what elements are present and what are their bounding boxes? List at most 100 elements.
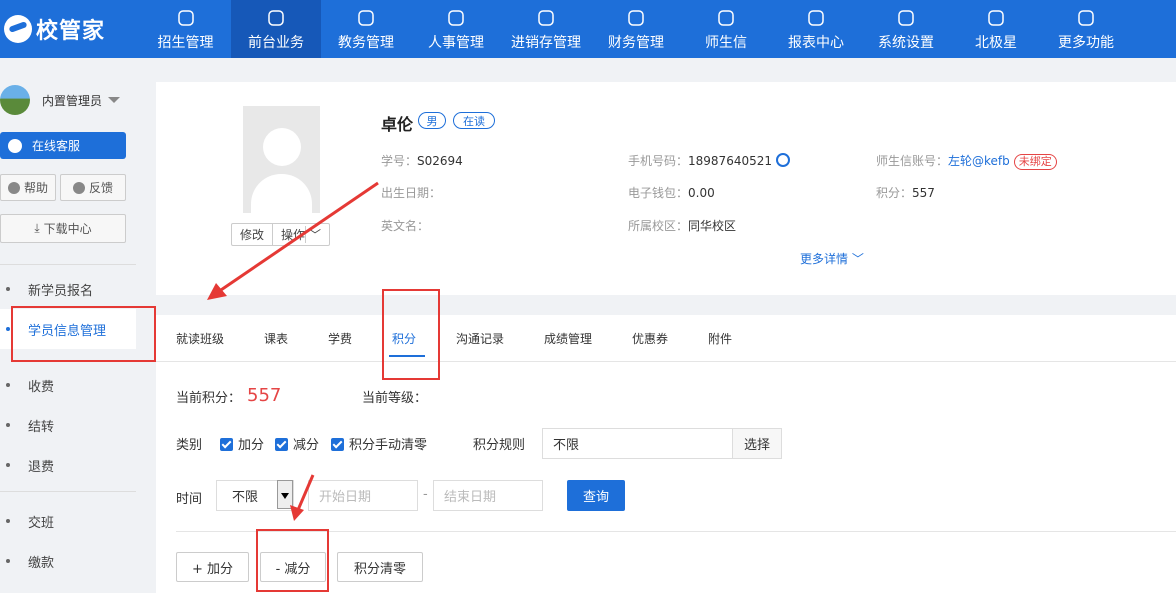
chevron-down-icon: ﹀ [851, 252, 864, 266]
sidebar-item-6[interactable]: 缴款 [0, 541, 136, 581]
download-label: 下载中心 [43, 222, 92, 236]
english-name-label: 英文名： [381, 219, 430, 233]
nav-item-label: 人事管理 [428, 34, 484, 51]
desk-icon [265, 7, 287, 29]
current-points-value: 557 [247, 385, 282, 406]
sidebar-item-4[interactable]: 退费 [0, 445, 136, 485]
tab-5[interactable]: 成绩管理 [544, 330, 592, 347]
phone-value: 18987640521 [688, 154, 772, 168]
user-menu[interactable]: 内置管理员 [0, 80, 121, 120]
tab-2[interactable]: 学费 [328, 330, 352, 347]
nav-item-10[interactable]: 更多功能 [1041, 0, 1131, 58]
more-icon [1075, 7, 1097, 29]
finance-icon [625, 7, 647, 29]
nav-item-label: 北极星 [975, 34, 1017, 51]
phone-icon[interactable] [776, 153, 790, 167]
query-button[interactable]: 查询 [567, 480, 625, 511]
nav-item-label: 财务管理 [608, 34, 664, 51]
points-label: 积分： [876, 186, 913, 200]
divider [0, 264, 136, 265]
check-clear[interactable]: 积分手动清零 [331, 434, 427, 453]
nav-item-3[interactable]: 人事管理 [411, 0, 501, 58]
bullet-icon [6, 519, 10, 523]
time-label: 时间 [176, 492, 203, 507]
sidebar-item-label: 缴款 [28, 555, 55, 571]
help-button[interactable]: 帮助 [0, 174, 56, 201]
main-content: 修改 操作 ﹀ 卓伦 男 在读 学号：S02694 出生日期： 英文名： 手机号码… [156, 82, 1176, 593]
nav-item-6[interactable]: 师生信 [681, 0, 771, 58]
nav-item-0[interactable]: 招生管理 [140, 0, 231, 58]
checkbox-checked-icon [275, 438, 288, 451]
modify-button[interactable]: 修改 [232, 224, 272, 245]
nav-item-label: 师生信 [705, 34, 747, 51]
top-navbar: 校管家 招生管理 前台业务 教务管理 人事管理 进销存管理 财务管理 师生信 报表中心 系统设置… [0, 0, 1176, 58]
bind-status-badge: 未绑定 [1013, 154, 1057, 170]
check-minus-label: 减分 [293, 438, 320, 453]
app-logo[interactable]: 校管家 [0, 0, 140, 58]
nav-item-4[interactable]: 进销存管理 [501, 0, 591, 58]
rule-label: 积分规则 [473, 438, 526, 453]
sidebar-item-label: 退费 [28, 459, 55, 475]
help-icon [7, 181, 20, 194]
check-add[interactable]: 加分 [220, 434, 264, 453]
nav-item-9[interactable]: 北极星 [951, 0, 1041, 58]
report-icon [805, 7, 827, 29]
more-details-label: 更多详情 [800, 252, 849, 266]
account-label: 师生信账号： [876, 154, 949, 168]
tab-0[interactable]: 就读班级 [176, 330, 224, 347]
nav-item-8[interactable]: 系统设置 [861, 0, 951, 58]
sidebar-item-label: 结转 [28, 419, 55, 435]
date-separator: - [423, 487, 428, 502]
minus-points-button[interactable]: - 减分 [260, 552, 326, 582]
account-link[interactable]: 左轮@kefb [948, 154, 1010, 168]
tab-1[interactable]: 课表 [264, 330, 288, 347]
points-row: 积分：557 [876, 184, 935, 201]
photo-actions: 修改 操作 ﹀ [231, 223, 331, 246]
campus-label: 所属校区： [628, 219, 689, 233]
download-center-button[interactable]: ⤓ 下载中心 [0, 214, 126, 243]
nav-item-label: 教务管理 [338, 34, 394, 51]
start-date-input[interactable]: 开始日期 [308, 480, 418, 511]
online-service-button[interactable]: 在线客服 [0, 132, 126, 159]
current-level-label: 当前等级： [362, 391, 428, 406]
sidebar-item-label: 交班 [28, 515, 55, 531]
time-dropdown-arrow[interactable] [277, 480, 293, 509]
nav-item-5[interactable]: 财务管理 [591, 0, 681, 58]
wallet-label: 电子钱包： [628, 186, 689, 200]
feedback-button[interactable]: 反馈 [60, 174, 126, 201]
campus-row: 所属校区：同华校区 [628, 217, 736, 234]
star-icon [985, 7, 1007, 29]
tab-3[interactable]: 积分 [392, 330, 416, 347]
sidebar-item-3[interactable]: 结转 [0, 405, 136, 445]
student-id-row: 学号：S02694 [381, 152, 463, 169]
end-date-input[interactable]: 结束日期 [433, 480, 543, 511]
tab-4[interactable]: 沟通记录 [456, 330, 504, 347]
book-icon [355, 7, 377, 29]
checkbox-checked-icon [220, 438, 233, 451]
sidebar-item-1[interactable]: 学员信息管理 [0, 309, 136, 349]
download-icon: ⤓ [34, 221, 40, 235]
nav-item-1[interactable]: 前台业务 [231, 0, 321, 58]
tab-6[interactable]: 优惠券 [632, 330, 668, 347]
sidebar-item-label: 新学员报名 [28, 283, 94, 299]
check-minus[interactable]: 减分 [275, 434, 319, 453]
time-select-value: 不限 [232, 490, 259, 505]
ops-dropdown[interactable]: 操作 ﹀ [272, 224, 329, 245]
current-points-label: 当前积分： [176, 391, 242, 406]
nav-item-7[interactable]: 报表中心 [771, 0, 861, 58]
sidebar-item-2[interactable]: 收费 [0, 365, 136, 405]
nav-item-2[interactable]: 教务管理 [321, 0, 411, 58]
student-photo [243, 106, 320, 213]
clear-points-button[interactable]: 积分清零 [337, 552, 423, 582]
user-name: 内置管理员 [42, 93, 103, 108]
select-rule-button[interactable]: 选择 [732, 428, 782, 459]
wallet-row: 电子钱包：0.00 [628, 184, 715, 201]
sidebar-item-0[interactable]: 新学员报名 [0, 269, 136, 309]
sidebar-item-5[interactable]: 交班 [0, 501, 136, 541]
logo-text: 校管家 [36, 19, 106, 44]
add-points-button[interactable]: + 加分 [176, 552, 249, 582]
points-value: 557 [912, 186, 935, 200]
rule-input[interactable]: 不限 [542, 428, 733, 459]
tab-7[interactable]: 附件 [708, 330, 732, 347]
more-details-link[interactable]: 更多详情 ﹀ [800, 250, 864, 267]
